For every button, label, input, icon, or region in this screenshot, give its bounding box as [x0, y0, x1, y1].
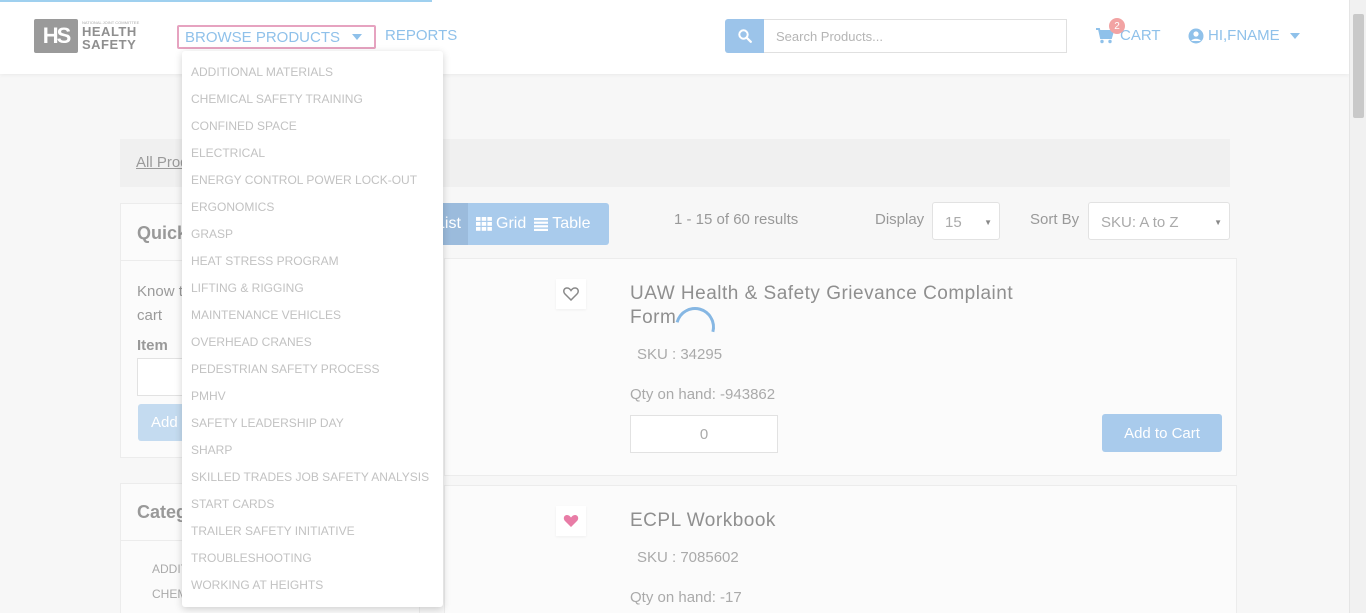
page-scrollbar[interactable] — [1349, 0, 1366, 613]
sort-by-value: SKU: A to Z — [1101, 214, 1179, 231]
sort-label: Sort By — [1030, 211, 1080, 228]
dropdown-item-troubleshooting[interactable]: TROUBLESHOOTING — [182, 550, 443, 577]
select-arrow-icon: ▼ — [984, 218, 992, 227]
heart-filled-icon — [563, 514, 579, 527]
product-qty-on-hand: Qty on hand: -17 — [630, 589, 742, 606]
display-count-select[interactable]: 15 ▼ — [932, 202, 1000, 240]
favorite-button[interactable] — [556, 506, 586, 536]
grid-icon — [476, 217, 492, 231]
cart-link[interactable]: 2 CART — [1096, 18, 1161, 44]
caret-down-icon — [1289, 32, 1300, 39]
logo-line2: SAFETY — [82, 37, 137, 52]
cart-count-badge: 2 — [1109, 18, 1125, 34]
browse-products-menu[interactable]: BROWSE PRODUCTS — [177, 25, 376, 49]
grid-view-label: Grid — [496, 215, 527, 232]
browse-products-dropdown: ADDITIONAL MATERIALS CHEMICAL SAFETY TRA… — [182, 51, 443, 607]
dropdown-item-maintenance-vehicles[interactable]: MAINTENANCE VEHICLES — [182, 307, 443, 334]
display-count-value: 15 — [945, 214, 962, 231]
user-menu[interactable]: HI,FNAME — [1188, 27, 1300, 44]
browse-products-label: BROWSE PRODUCTS — [185, 28, 341, 46]
loading-progress-bar — [0, 0, 432, 2]
dropdown-item-safety-leadership-day[interactable]: SAFETY LEADERSHIP DAY — [182, 415, 443, 442]
product-card: UAW Health & Safety Grievance Complaint … — [444, 258, 1237, 476]
search-button[interactable] — [725, 19, 764, 53]
dropdown-item-confined-space[interactable]: CONFINED SPACE — [182, 118, 443, 145]
reports-link[interactable]: REPORTS — [385, 27, 457, 44]
dropdown-item-chemical-safety-training[interactable]: CHEMICAL SAFETY TRAINING — [182, 91, 443, 118]
dropdown-item-energy-control[interactable]: ENERGY CONTROL POWER LOCK-OUT — [182, 172, 443, 199]
item-label: Item — [137, 337, 168, 354]
dropdown-item-pmhv[interactable]: PMHV — [182, 388, 443, 415]
search-icon — [737, 29, 752, 43]
dropdown-item-additional-materials[interactable]: ADDITIONAL MATERIALS — [182, 64, 443, 91]
dropdown-item-electrical[interactable]: ELECTRICAL — [182, 145, 443, 172]
select-arrow-icon: ▼ — [1214, 218, 1222, 227]
heart-outline-icon — [563, 287, 579, 301]
dropdown-item-working-at-heights[interactable]: WORKING AT HEIGHTS — [182, 577, 443, 604]
quantity-input[interactable]: 0 — [630, 415, 778, 453]
dropdown-item-pedestrian-safety[interactable]: PEDESTRIAN SAFETY PROCESS — [182, 361, 443, 388]
grid-view-button[interactable]: Grid — [476, 215, 526, 233]
dropdown-item-trailer-safety[interactable]: TRAILER SAFETY INITIATIVE — [182, 523, 443, 550]
add-to-cart-button[interactable]: Add to Cart — [1102, 414, 1222, 452]
product-card: ECPL Workbook SKU : 7085602 Qty on hand:… — [444, 485, 1237, 613]
dropdown-item-skilled-trades[interactable]: SKILLED TRADES JOB SAFETY ANALYSIS — [182, 469, 443, 496]
site-logo[interactable]: HS NATIONAL JOINT COMMITTEE HEALTH SAFET… — [34, 18, 154, 54]
logo-mark: HS — [34, 19, 78, 53]
view-toggle-group: List Grid Table — [420, 203, 609, 245]
dropdown-item-heat-stress[interactable]: HEAT STRESS PROGRAM — [182, 253, 443, 280]
product-sku: SKU : 34295 — [637, 346, 723, 363]
sort-by-select[interactable]: SKU: A to Z ▼ — [1088, 202, 1230, 240]
product-sku: SKU : 7085602 — [637, 549, 739, 566]
dropdown-item-lifting-rigging[interactable]: LIFTING & RIGGING — [182, 280, 443, 307]
cart-label: CART — [1120, 27, 1161, 44]
dropdown-item-ergonomics[interactable]: ERGONOMICS — [182, 199, 443, 226]
table-view-button[interactable]: Table — [534, 215, 590, 233]
dropdown-item-start-cards[interactable]: START CARDS — [182, 496, 443, 523]
table-icon — [534, 217, 549, 231]
scrollbar-thumb[interactable] — [1353, 14, 1364, 118]
dropdown-item-sharp[interactable]: SHARP — [182, 442, 443, 469]
dropdown-item-overhead-cranes[interactable]: OVERHEAD CRANES — [182, 334, 443, 361]
favorite-button[interactable] — [556, 279, 586, 309]
dropdown-item-grasp[interactable]: GRASP — [182, 226, 443, 253]
display-label: Display — [875, 211, 925, 228]
table-view-label: Table — [552, 215, 591, 232]
search-input[interactable] — [764, 19, 1067, 53]
results-count: 1 - 15 of 60 results — [674, 211, 799, 228]
user-greeting: HI,FNAME — [1208, 27, 1280, 44]
caret-down-icon — [352, 34, 363, 40]
product-qty-on-hand: Qty on hand: -943862 — [630, 386, 776, 403]
user-circle-icon — [1188, 28, 1204, 43]
product-title[interactable]: ECPL Workbook — [630, 509, 1050, 533]
